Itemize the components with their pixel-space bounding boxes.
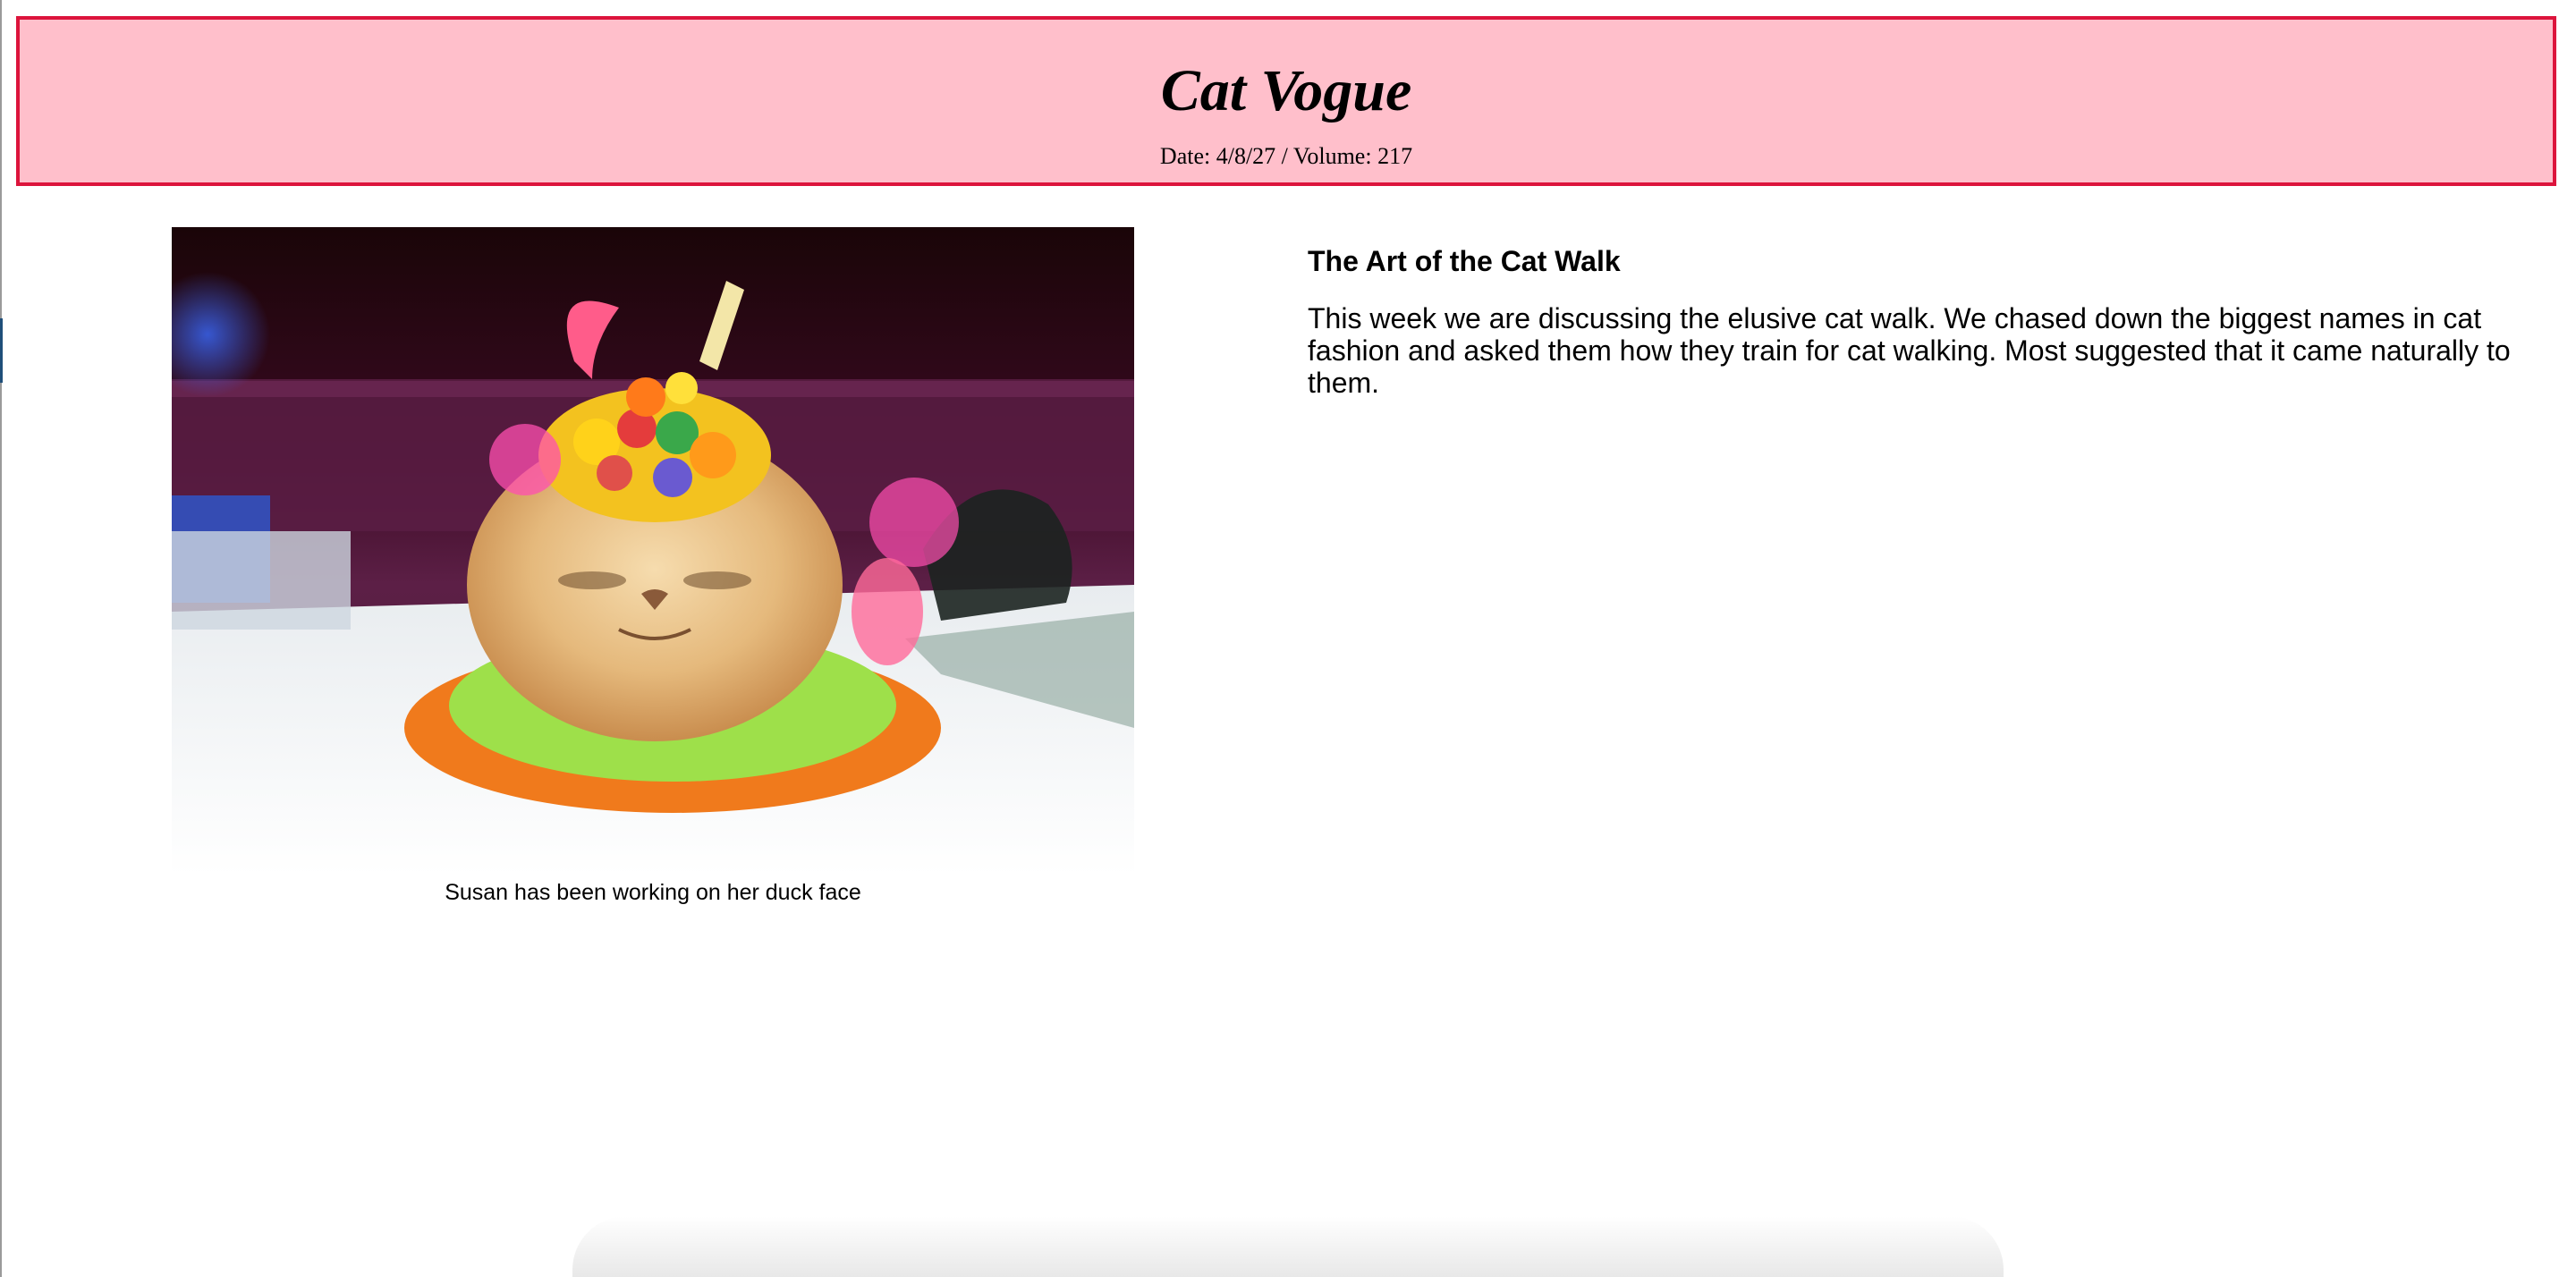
cat-photo: [172, 227, 1134, 875]
issue-info: Date: 4/8/27 / Volume: 217: [1159, 143, 1413, 169]
photo-caption: Susan has been working on her duck face: [445, 880, 861, 905]
article-body: This week we are discussing the elusive …: [1308, 302, 2511, 399]
magazine-title: Cat Vogue: [1160, 58, 1412, 123]
bottom-overlay-shadow: [572, 1216, 2004, 1277]
article-title: The Art of the Cat Walk: [1308, 245, 1621, 277]
feature-figure: Susan has been working on her duck face: [172, 227, 1134, 908]
masthead: Cat Vogue Date: 4/8/27 / Volume: 217: [16, 16, 2556, 186]
page: Cat Vogue Date: 4/8/27 / Volume: 217 Sus…: [0, 0, 2576, 1277]
window-left-edge: [0, 0, 2, 1277]
article: The Art of the Cat Walk This week we are…: [1308, 240, 2524, 399]
window-edge-marker: [0, 318, 3, 383]
